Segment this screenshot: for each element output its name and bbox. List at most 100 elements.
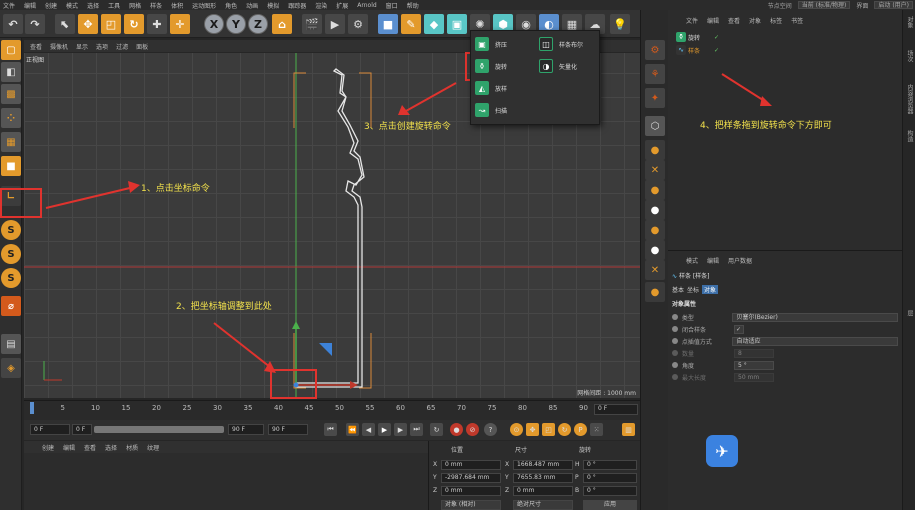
key-position-icon[interactable]: ⊙	[510, 423, 523, 436]
prev-key-icon[interactable]: ⏪	[346, 423, 359, 436]
palette-a-icon[interactable]: ⚙	[645, 40, 665, 60]
model-mode-icon[interactable]: ◧	[1, 62, 21, 82]
tab-object[interactable]: 对象	[702, 285, 719, 294]
keyframe-selection-icon[interactable]: ?	[484, 423, 497, 436]
position-z-field[interactable]: 0 mm	[441, 486, 501, 496]
attribute-menu-item-2[interactable]: 用户数据	[728, 256, 752, 265]
light-icon[interactable]: 💡	[610, 14, 630, 34]
menu-item-3[interactable]: 模式	[66, 1, 78, 10]
interface-dropdown[interactable]: 启动 (用户)	[874, 1, 913, 9]
polygons-mode-icon[interactable]: ■	[1, 156, 21, 176]
workplane-snap-icon[interactable]: S	[1, 268, 21, 288]
coordinate-system-icon[interactable]: ⌂	[272, 14, 292, 34]
preview-end-field[interactable]: 90 F	[228, 424, 264, 435]
menu-item-13[interactable]: 跟踪器	[288, 1, 306, 10]
material-menu-item-3[interactable]: 选择	[105, 443, 117, 452]
palette-j-icon[interactable]: ●	[645, 240, 665, 260]
viewport-menu-item-2[interactable]: 显示	[76, 42, 88, 51]
position-x-field[interactable]: 0 mm	[441, 460, 501, 470]
object-menu-item-3[interactable]: 对象	[749, 16, 761, 25]
lathe-menu-item[interactable]: ⚱ 旋转	[475, 59, 507, 73]
menu-item-5[interactable]: 工具	[108, 1, 120, 10]
palette-b-icon[interactable]: ⚘	[645, 64, 665, 84]
make-editable-icon[interactable]: ▢	[1, 40, 21, 60]
current-frame-field[interactable]: 0 F	[594, 404, 638, 415]
extrude-generator-icon[interactable]: ▣	[447, 14, 467, 34]
palette-h-icon[interactable]: ●	[645, 200, 665, 220]
viewport-menu-item-4[interactable]: 过滤	[116, 42, 128, 51]
palette-l-icon[interactable]: ●	[645, 282, 665, 302]
x-axis-lock-icon[interactable]: X	[204, 14, 224, 34]
side-tab-layers[interactable]: 层	[905, 310, 914, 316]
object-menu-item-2[interactable]: 查看	[728, 16, 740, 25]
menu-item-16[interactable]: Arnold	[357, 2, 376, 9]
start-frame-field[interactable]: 0 F	[30, 424, 70, 435]
visibility-check-icon[interactable]: ✓	[714, 34, 719, 41]
coord-mode-dropdown[interactable]: 对象 (相对)	[441, 500, 501, 510]
tab-coordinates[interactable]: 坐标	[687, 285, 699, 294]
redo-icon[interactable]: ↷	[25, 14, 45, 34]
palette-c-icon[interactable]: ✦	[645, 88, 665, 108]
menu-item-2[interactable]: 创建	[45, 1, 57, 10]
end-frame-field[interactable]: 90 F	[268, 424, 308, 435]
menu-item-4[interactable]: 选择	[87, 1, 99, 10]
z-axis-lock-icon[interactable]: Z	[248, 14, 268, 34]
key-move-icon[interactable]: ✥	[526, 423, 539, 436]
number-field[interactable]: 8	[734, 348, 774, 358]
undo-icon[interactable]: ↶	[3, 14, 23, 34]
key-param-icon[interactable]: P	[574, 423, 587, 436]
apply-button[interactable]: 应用	[583, 500, 637, 510]
loop-icon[interactable]: ↻	[430, 423, 443, 436]
palette-g-icon[interactable]: ●	[645, 180, 665, 200]
spline-boolean-menu-item[interactable]: ◫ 样条布尔	[539, 37, 583, 51]
menu-item-11[interactable]: 动画	[246, 1, 258, 10]
menu-item-15[interactable]: 扩展	[336, 1, 348, 10]
snap-settings-icon[interactable]: S	[1, 244, 21, 264]
texture-mode-icon[interactable]: ▩	[1, 84, 21, 104]
subdivision-icon[interactable]: ◆	[424, 14, 444, 34]
object-row-lathe[interactable]: ⚱ 旋转 ✓	[676, 32, 719, 42]
object-row-spline[interactable]: ∿ 样条 ✓	[676, 45, 719, 55]
render-view-icon[interactable]: 🎬	[302, 14, 322, 34]
menu-item-1[interactable]: 编辑	[24, 1, 36, 10]
recent-tool-icon[interactable]: ✚	[147, 14, 167, 34]
side-tab-structure[interactable]: 构造	[905, 130, 914, 142]
palette-k-icon[interactable]: ✕	[645, 260, 665, 280]
type-dropdown[interactable]: 贝塞尔(Bezier)	[732, 312, 898, 322]
sweep-menu-item[interactable]: ↝ 扫描	[475, 103, 507, 117]
angle-field[interactable]: 5 °	[734, 360, 774, 370]
key-pla-icon[interactable]: ⁙	[590, 423, 603, 436]
workplane-icon[interactable]: ▤	[1, 334, 21, 354]
side-tab-takes[interactable]: 场次	[905, 50, 914, 62]
material-menu-item-5[interactable]: 纹理	[147, 443, 159, 452]
side-tab-content-browser[interactable]: 内容浏览器	[905, 84, 914, 114]
lock-workplane-icon[interactable]: ⌀	[1, 296, 21, 316]
object-menu-item-0[interactable]: 文件	[686, 16, 698, 25]
menu-item-17[interactable]: 窗口	[386, 1, 398, 10]
menu-item-6[interactable]: 网格	[129, 1, 141, 10]
menu-item-12[interactable]: 模拟	[267, 1, 279, 10]
preview-start-field[interactable]: 0 F	[72, 424, 92, 435]
scale-tool-icon[interactable]: ◰	[101, 14, 121, 34]
next-frame-icon[interactable]: ▶	[394, 423, 407, 436]
tab-basic[interactable]: 基本	[672, 285, 684, 294]
object-menu-item-1[interactable]: 编辑	[707, 16, 719, 25]
position-y-field[interactable]: -2987.684 mm	[441, 473, 501, 483]
material-menu-item-4[interactable]: 材质	[126, 443, 138, 452]
key-scale-icon[interactable]: ◰	[542, 423, 555, 436]
attribute-menu-item-1[interactable]: 编辑	[707, 256, 719, 265]
render-settings-icon[interactable]: ⚙	[348, 14, 368, 34]
attribute-menu-item-0[interactable]: 模式	[686, 256, 698, 265]
size-x-field[interactable]: 1668.487 mm	[513, 460, 573, 470]
rotation-b-field[interactable]: 0 °	[583, 486, 637, 496]
extrude-menu-item[interactable]: ▣ 挤压	[475, 37, 507, 51]
size-y-field[interactable]: 7655.83 mm	[513, 473, 573, 483]
loft-menu-item[interactable]: ◭ 放样	[475, 81, 507, 95]
goto-start-icon[interactable]: ⏮	[324, 423, 337, 436]
palette-f-icon[interactable]: ✕	[645, 160, 665, 180]
rotate-tool-icon[interactable]: ↻	[124, 14, 144, 34]
cube-icon[interactable]: ■	[378, 14, 398, 34]
record-icon[interactable]: ●	[450, 423, 463, 436]
viewport-menu-item-1[interactable]: 摄像机	[50, 42, 68, 51]
object-menu-item-5[interactable]: 书签	[791, 16, 803, 25]
